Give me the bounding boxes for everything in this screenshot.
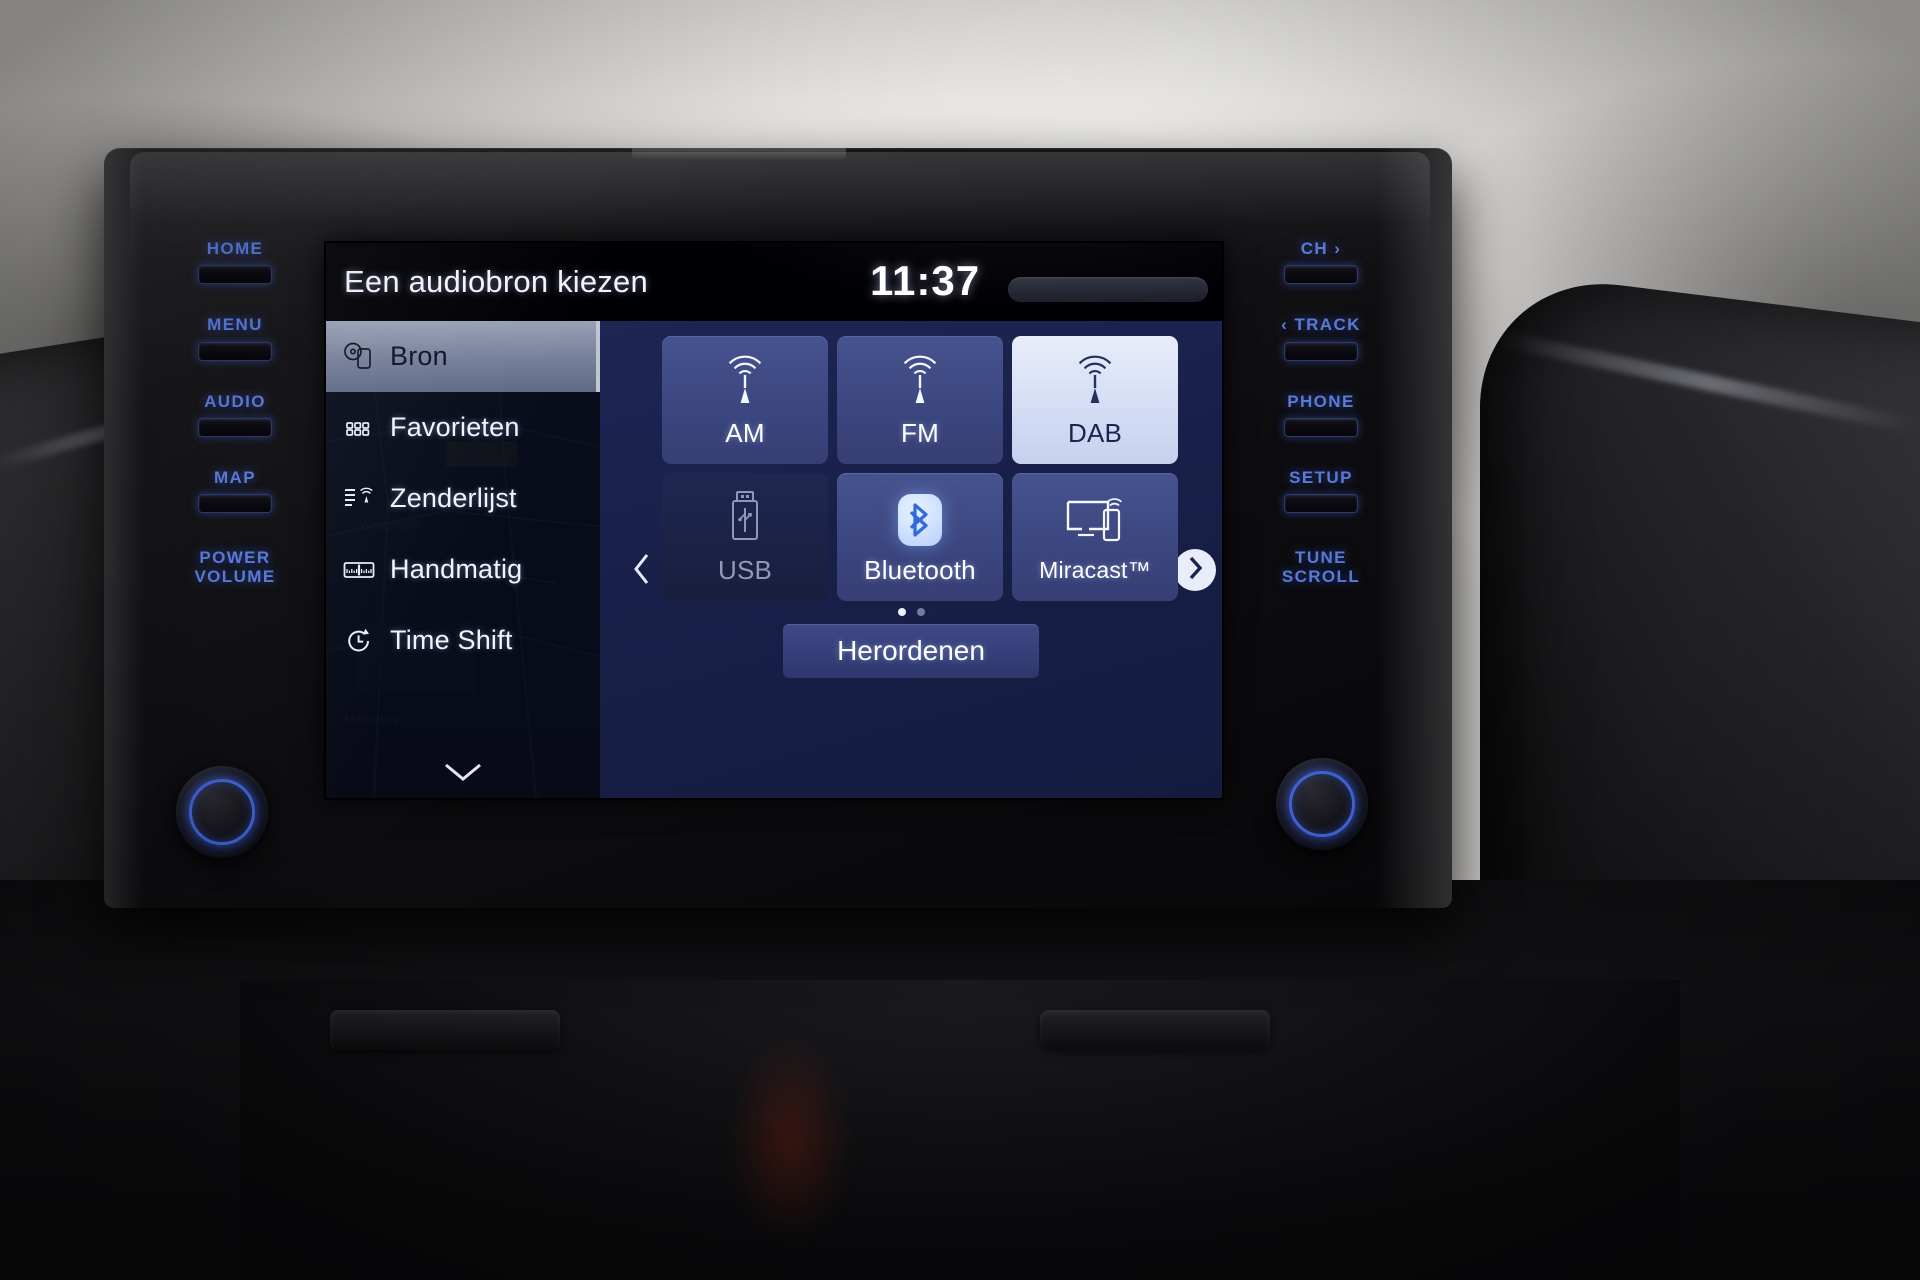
screen-cast-icon xyxy=(1064,491,1126,553)
bluetooth-icon xyxy=(898,493,942,546)
sidebar-item-handmatig[interactable]: Handmatig xyxy=(326,534,600,605)
hardkey-column-right: CH › ‹ TRACK PHONE SETUP TUNE SCROLL xyxy=(1236,239,1406,604)
sidebar-item-time-shift[interactable]: Time Shift xyxy=(326,605,600,676)
hardkey-column-left: HOME MENU AUDIO MAP POWER VOLUME xyxy=(150,239,320,604)
reorder-button-label: Herordenen xyxy=(837,635,985,666)
source-tile-grid: AM FM DAB USB Bluetooth Miracast™ xyxy=(662,336,1178,601)
home-hardkey[interactable]: HOME xyxy=(150,239,320,285)
page-indicator xyxy=(600,608,1222,616)
screen-titlebar: Een audiobron kiezen 11:37 xyxy=(326,243,1222,321)
sidebar-item-bron-label: Bron xyxy=(390,341,448,371)
source-selection-pane: AM FM DAB USB Bluetooth Miracast™ Herord… xyxy=(600,321,1222,798)
console-ambient-glow xyxy=(700,1000,880,1280)
audio-hardkey-key[interactable] xyxy=(198,418,272,438)
source-tile-miracast-label: Miracast™ xyxy=(1039,556,1151,583)
map-hardkey-key[interactable] xyxy=(198,494,272,514)
chevron-down-icon xyxy=(442,759,484,790)
carousel-prev-button[interactable] xyxy=(620,549,664,593)
phone-hardkey[interactable]: PHONE xyxy=(1236,391,1406,438)
phone-hardkey-key[interactable] xyxy=(1284,418,1358,438)
grid-dots-icon xyxy=(342,411,376,445)
tune-scroll-knob[interactable] xyxy=(1276,758,1368,850)
antenna-waves-icon xyxy=(1062,352,1128,414)
source-tile-fm[interactable]: FM xyxy=(837,336,1003,464)
volume-bar[interactable] xyxy=(1008,277,1208,302)
sidebar-item-bron[interactable]: Bron xyxy=(326,321,600,392)
bezel-left-edge xyxy=(104,148,144,908)
home-hardkey-label: HOME xyxy=(206,239,264,258)
source-tile-usb-label: USB xyxy=(717,554,773,585)
source-tile-usb[interactable]: USB xyxy=(662,473,828,601)
track-back-hardkey-label: ‹ TRACK xyxy=(1281,315,1361,335)
menu-hardkey[interactable]: MENU xyxy=(150,315,320,361)
audio-hardkey[interactable]: AUDIO xyxy=(150,391,320,438)
bezel-top-notch xyxy=(632,148,846,160)
antenna-waves-icon xyxy=(887,352,953,414)
clock-icon xyxy=(342,624,376,658)
channel-up-hardkey[interactable]: CH › xyxy=(1236,239,1406,285)
page-dot-1[interactable] xyxy=(897,608,906,616)
console-vent-right xyxy=(1040,1010,1270,1050)
power-volume-knob[interactable] xyxy=(176,766,268,858)
sidebar-item-zenderlijst[interactable]: Zenderlijst xyxy=(326,463,600,534)
page-dot-2[interactable] xyxy=(916,608,925,616)
screenshot-stage: HOME MENU AUDIO MAP POWER VOLUME CH › ‹ … xyxy=(0,0,1920,1280)
audio-hardkey-label: AUDIO xyxy=(204,391,266,411)
screen-body: Bron Favorieten Zenderlijst Handmatig Ti… xyxy=(326,321,1222,798)
sidebar-item-favorieten[interactable]: Favorieten xyxy=(326,392,600,463)
setup-hardkey[interactable]: SETUP xyxy=(1236,468,1406,514)
bluetooth-icon-wrap xyxy=(898,489,942,551)
list-antenna-icon xyxy=(342,482,376,516)
reorder-button[interactable]: Herordenen xyxy=(783,624,1039,678)
source-tile-dab[interactable]: DAB xyxy=(1012,336,1178,464)
page-title: Een audiobron kiezen xyxy=(344,264,648,299)
chevron-right-icon xyxy=(1187,555,1203,586)
disc-phone-icon xyxy=(342,340,376,374)
antenna-waves-icon xyxy=(712,352,778,414)
map-hardkey[interactable]: MAP xyxy=(150,468,320,514)
sidebar-item-zenderlijst-label: Zenderlijst xyxy=(390,483,517,513)
menu-hardkey-key[interactable] xyxy=(198,341,272,361)
menu-hardkey-label: MENU xyxy=(207,315,263,335)
sidebar-item-favorieten-label: Favorieten xyxy=(390,412,520,442)
power-volume-label-group: POWER VOLUME xyxy=(150,549,320,586)
chevron-left-icon xyxy=(632,552,652,591)
track-back-hardkey-key[interactable] xyxy=(1284,341,1358,361)
infotainment-screen[interactable]: Zuiderpark Westsingel Molenweg Een audio… xyxy=(326,243,1222,798)
track-back-hardkey[interactable]: ‹ TRACK xyxy=(1236,315,1406,361)
source-tile-bluetooth[interactable]: Bluetooth xyxy=(837,473,1003,601)
channel-up-hardkey-key[interactable] xyxy=(1284,265,1358,285)
source-tile-dab-label: DAB xyxy=(1067,417,1123,448)
sidebar-item-time-shift-label: Time Shift xyxy=(390,625,513,655)
map-hardkey-label: MAP xyxy=(214,468,256,488)
source-tile-bluetooth-label: Bluetooth xyxy=(864,554,976,585)
sidebar-item-handmatig-label: Handmatig xyxy=(390,554,523,584)
source-tile-am-label: AM xyxy=(725,417,765,448)
usb-stick-icon xyxy=(725,489,765,551)
tune-scroll-label-group: TUNE SCROLL xyxy=(1236,549,1406,586)
tune-scroll-knob-label: TUNE SCROLL xyxy=(1281,548,1361,586)
source-tile-fm-label: FM xyxy=(901,417,939,448)
setup-hardkey-key[interactable] xyxy=(1284,494,1358,514)
carousel-next-button[interactable] xyxy=(1174,549,1216,591)
source-tile-miracast[interactable]: Miracast™ xyxy=(1012,473,1178,601)
source-tile-am[interactable]: AM xyxy=(662,336,828,464)
tuner-scale-icon xyxy=(342,553,376,587)
channel-up-hardkey-label: CH › xyxy=(1300,239,1342,258)
console-vent-left xyxy=(330,1010,560,1050)
home-hardkey-key[interactable] xyxy=(198,265,272,285)
power-volume-knob-label: POWER VOLUME xyxy=(194,548,276,586)
phone-hardkey-label: PHONE xyxy=(1287,391,1355,411)
sidebar-scroll-down-button[interactable] xyxy=(326,751,600,798)
sidebar: Bron Favorieten Zenderlijst Handmatig Ti… xyxy=(326,321,600,798)
setup-hardkey-label: SETUP xyxy=(1289,468,1353,488)
clock: 11:37 xyxy=(870,257,981,304)
